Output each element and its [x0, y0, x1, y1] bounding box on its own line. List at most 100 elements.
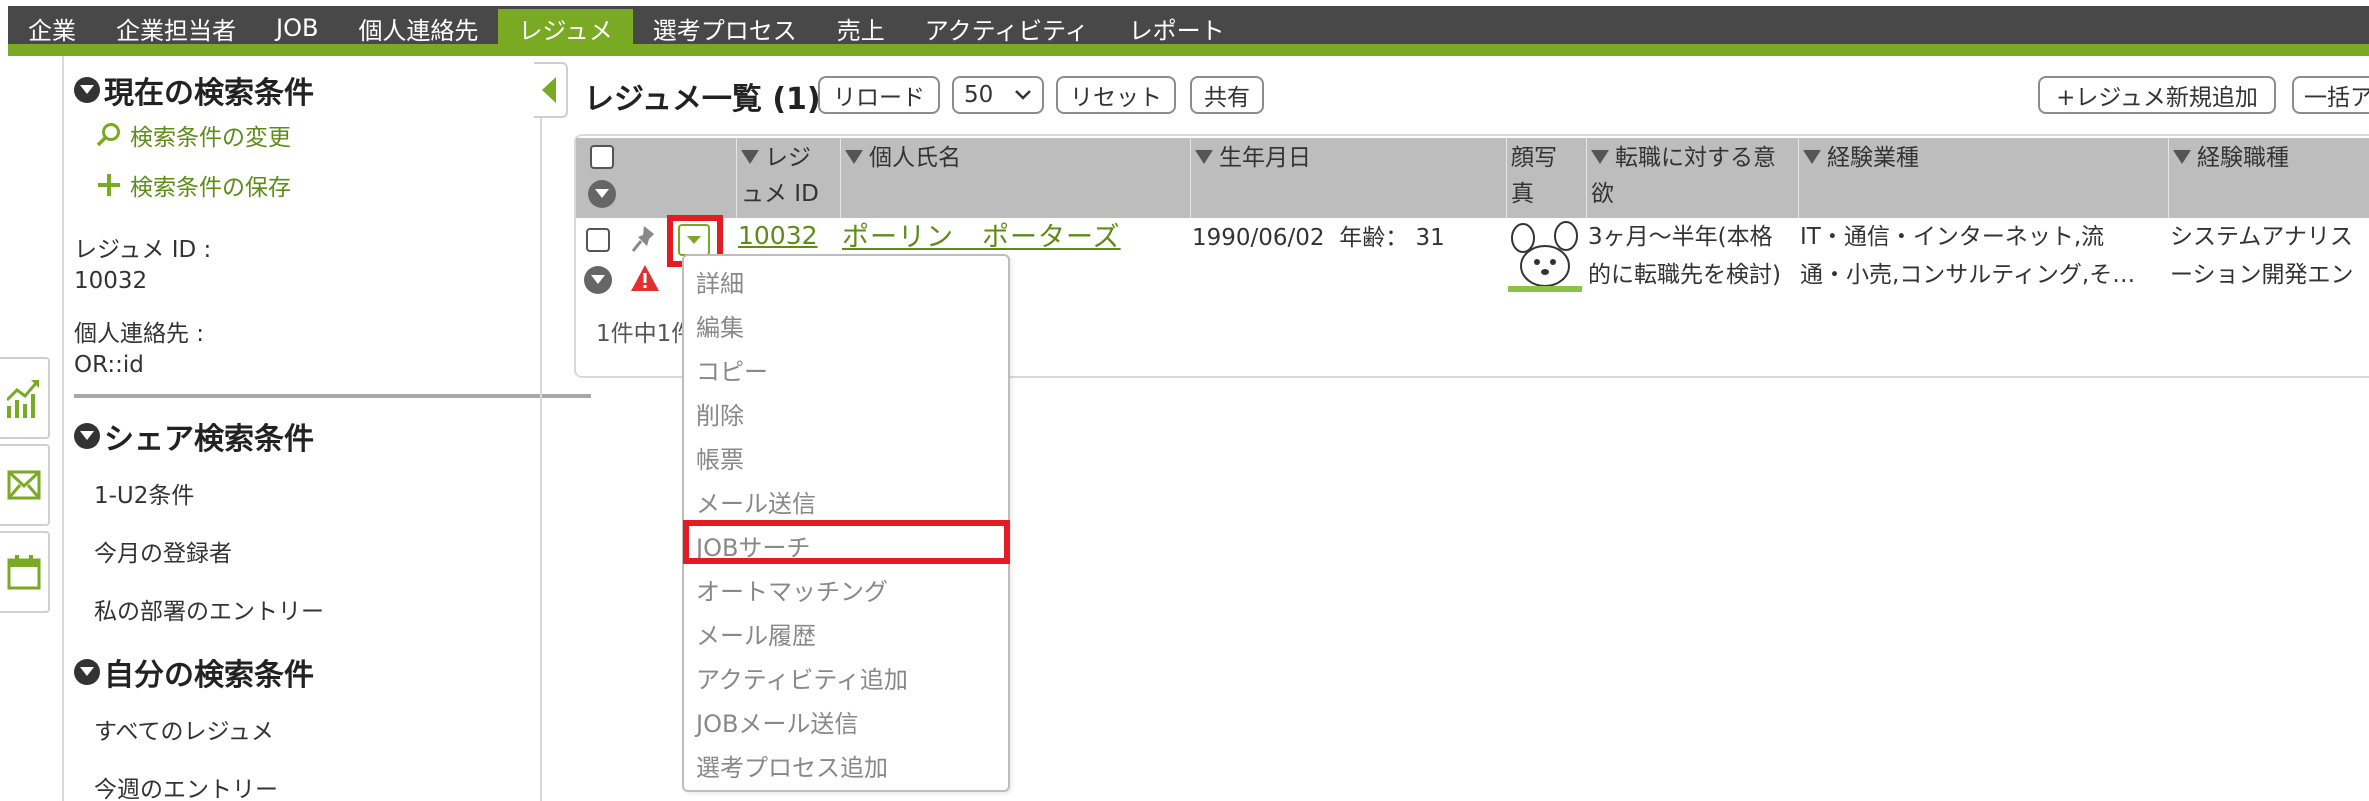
menu-item-add-activity[interactable]: アクティビティ追加 — [696, 660, 908, 695]
column-header-industry[interactable]: 経験業種 — [1798, 138, 2168, 218]
sidebar-border — [62, 56, 64, 801]
nav-item-selection-process[interactable]: 選考プロセス — [633, 9, 817, 47]
shared-search-item[interactable]: 1-U2条件 — [94, 476, 194, 510]
bulk-action-button[interactable]: 一括ア — [2292, 76, 2369, 114]
sort-triangle-icon — [845, 149, 863, 164]
menu-item-report-form[interactable]: 帳票 — [696, 440, 744, 475]
per-page-select[interactable]: 50 — [952, 76, 1044, 114]
pin-icon[interactable] — [630, 224, 658, 254]
column-header-motivation[interactable]: 転職に対する意 欲 — [1586, 138, 1798, 218]
sidebar-collapse-button[interactable] — [534, 62, 568, 118]
shared-search-item[interactable]: 今月の登録者 — [94, 534, 232, 568]
nav-item-resume[interactable]: レジュメ — [498, 9, 633, 47]
column-header-name[interactable]: 個人氏名 — [840, 138, 1190, 218]
column-header-job-type[interactable]: 経験職種 — [2168, 138, 2369, 218]
nav-item-report[interactable]: レポート — [1109, 9, 1245, 47]
caret-down-icon — [687, 236, 701, 244]
my-search-heading[interactable]: 自分の検索条件 — [74, 650, 314, 694]
job-type-line: システムアナリス — [2170, 224, 2353, 250]
save-search-label: 検索条件の保存 — [130, 175, 291, 201]
motivation-line: 的に転職先を検討) — [1588, 262, 1781, 288]
save-search-link[interactable]: 検索条件の保存 — [94, 168, 291, 202]
my-search-item[interactable]: 今週のエントリー — [94, 770, 278, 801]
menu-item-job-search[interactable]: JOBサーチ — [696, 528, 810, 563]
change-search-label: 検索条件の変更 — [130, 125, 291, 151]
nav-item-company-contacts[interactable]: 企業担当者 — [96, 9, 256, 47]
menu-item-send-mail[interactable]: メール送信 — [696, 484, 816, 519]
row-menu-circle-icon[interactable] — [584, 266, 612, 294]
job-type-line: ーション開発エン — [2170, 262, 2354, 288]
nav-accent-line — [8, 44, 2369, 56]
select-all-checkbox[interactable] — [590, 145, 614, 169]
search-sidebar: 現在の検索条件 検索条件の変更 検索条件の保存 レジュメ ID : 10032 … — [62, 56, 591, 801]
change-search-link[interactable]: 検索条件の変更 — [94, 118, 291, 152]
menu-item-copy[interactable]: コピー — [696, 352, 768, 387]
share-button[interactable]: 共有 — [1190, 76, 1264, 114]
row-action-dropdown-button[interactable] — [678, 224, 710, 256]
nav-item-activity[interactable]: アクティビティ — [905, 9, 1109, 47]
main-border — [540, 118, 542, 801]
shared-search-heading[interactable]: シェア検索条件 — [74, 414, 314, 458]
age-value: 31 — [1415, 225, 1445, 251]
column-label: 個人氏名 — [869, 145, 961, 171]
top-navigation: 企業 企業担当者 JOB 個人連絡先 レジュメ 選考プロセス 売上 アクティビテ… — [0, 0, 2369, 56]
column-label: 経験職種 — [2197, 145, 2289, 171]
nav-item-job[interactable]: JOB — [256, 9, 338, 47]
plus-icon — [94, 173, 124, 197]
current-search-heading[interactable]: 現在の検索条件 — [74, 68, 314, 112]
menu-item-add-selection-process[interactable]: 選考プロセス追加 — [696, 748, 888, 783]
warning-icon — [631, 265, 659, 291]
pager-text: 1件中1件 — [596, 321, 682, 347]
current-search-title: 現在の検索条件 — [104, 76, 314, 111]
nav-item-personal-contacts[interactable]: 個人連絡先 — [338, 9, 498, 47]
menu-item-delete[interactable]: 削除 — [696, 396, 744, 431]
my-search-title: 自分の検索条件 — [104, 658, 314, 693]
add-resume-button[interactable]: +レジュメ新規追加 — [2038, 76, 2276, 114]
column-label: 転職に対する意 — [1615, 145, 1776, 171]
column-header-resume-id[interactable]: レジ ュメ ID — [736, 138, 840, 218]
menu-item-edit[interactable]: 編集 — [696, 308, 744, 343]
column-label: ュメ ID — [741, 181, 819, 207]
menu-item-detail[interactable]: 詳細 — [696, 264, 744, 299]
sort-triangle-icon — [2173, 149, 2191, 164]
sort-triangle-icon — [741, 149, 759, 164]
sidebar-divider — [74, 394, 591, 398]
column-header-birth[interactable]: 生年月日 — [1190, 138, 1506, 218]
collapse-circle-icon — [74, 77, 100, 103]
my-search-item[interactable]: すべてのレジュメ — [94, 712, 274, 746]
nav-item-sales[interactable]: 売上 — [817, 9, 905, 47]
per-page-value: 50 — [964, 82, 994, 108]
nav-item-companies[interactable]: 企業 — [8, 9, 96, 47]
chevron-left-icon — [542, 77, 556, 103]
motivation-line: 3ヶ月〜半年(本格 — [1588, 224, 1773, 250]
reset-button[interactable]: リセット — [1056, 76, 1176, 114]
header-menu-circle-icon[interactable] — [588, 180, 616, 208]
job-type-cell: システムアナリス ーション開発エン — [2170, 218, 2369, 294]
person-name-link[interactable]: ポーリン ポーターズ — [842, 220, 1121, 256]
row-action-menu: 詳細 編集 コピー 削除 帳票 メール送信 JOBサーチ オートマッチング メー… — [682, 254, 1010, 792]
column-header-photo[interactable]: 顔写 真 — [1506, 138, 1586, 218]
sort-triangle-icon — [1195, 149, 1213, 164]
industry-line: 通・小売,コンサルティング,そ… — [1800, 262, 2136, 288]
resume-id-link[interactable]: 10032 — [738, 218, 818, 254]
menu-item-mail-history[interactable]: メール履歴 — [696, 616, 816, 651]
reload-button[interactable]: リロード — [818, 76, 940, 114]
collapse-circle-icon — [74, 423, 100, 449]
side-tab-mail[interactable] — [0, 444, 50, 526]
column-label: 顔写 — [1511, 145, 1557, 171]
contact-label: 個人連絡先 : — [74, 321, 205, 347]
resume-id-value: 10032 — [74, 268, 148, 294]
side-tab-chart[interactable] — [0, 357, 50, 439]
collapse-circle-icon — [74, 659, 100, 685]
birth-date-cell: 1990/06/02 年齢： 31 — [1192, 220, 1445, 256]
menu-item-auto-matching[interactable]: オートマッチング — [696, 572, 888, 607]
side-tab-calendar[interactable] — [0, 531, 50, 613]
search-icon — [94, 122, 124, 148]
menu-item-send-job-mail[interactable]: JOBメール送信 — [696, 704, 858, 739]
avatar — [1508, 220, 1582, 292]
page-title: レジュメ一覧 (1) — [584, 82, 821, 117]
shared-search-item[interactable]: 私の部署のエントリー — [94, 592, 324, 626]
column-label: 生年月日 — [1219, 145, 1311, 171]
sort-triangle-icon — [1591, 149, 1609, 164]
row-checkbox[interactable] — [586, 228, 610, 252]
